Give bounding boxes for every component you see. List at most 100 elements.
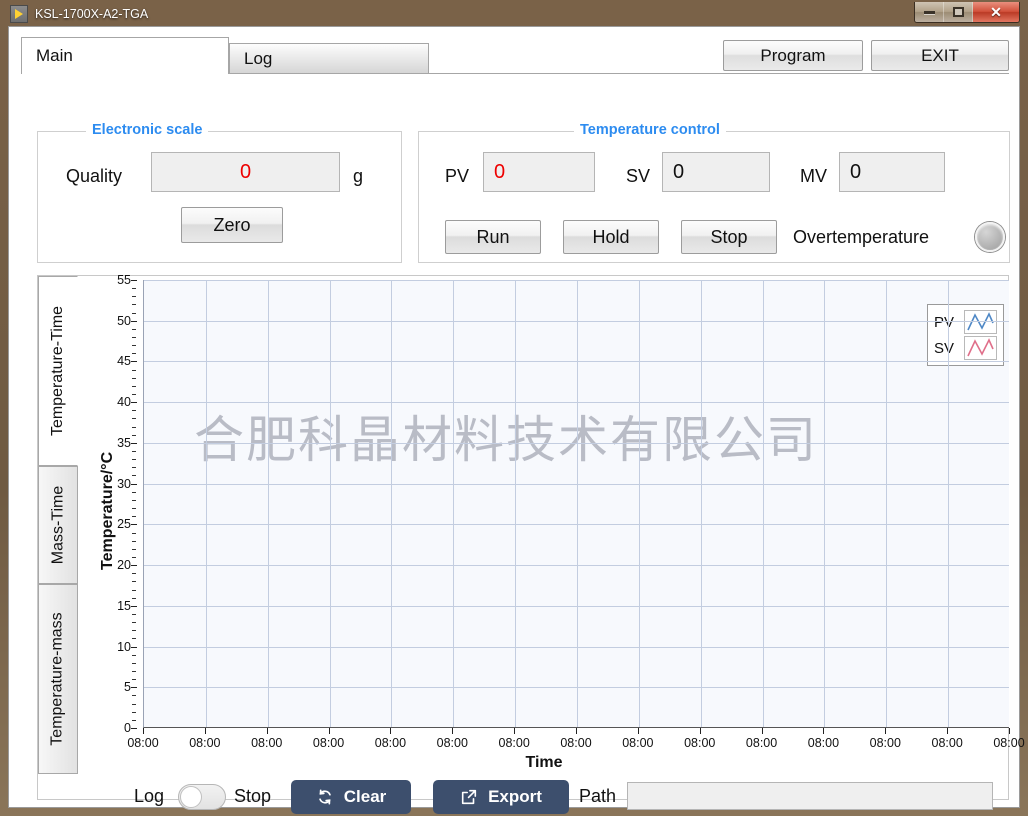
chart-y-minor-tick: [132, 296, 136, 297]
clear-button[interactable]: Clear: [291, 780, 411, 814]
chart-y-minor-tick: [132, 410, 136, 411]
chart-y-minor-tick: [132, 663, 136, 664]
program-button[interactable]: Program: [723, 40, 863, 71]
mv-value-field[interactable]: 0: [839, 152, 945, 192]
chart-watermark: 合肥科晶材料技术有限公司: [194, 400, 818, 472]
play-triangle-icon: [10, 5, 28, 23]
chart-gridline-v: [639, 280, 640, 727]
quality-value-field[interactable]: 0: [151, 152, 340, 192]
chart-x-tick-mark: [638, 728, 639, 734]
overtemperature-led-indicator: [975, 222, 1005, 252]
zero-button[interactable]: Zero: [181, 207, 283, 243]
window-frame: KSL-1700X-A2-TGA ✕ Main Log Program EXIT: [0, 0, 1028, 816]
sidetab-mass-time[interactable]: Mass-Time: [38, 466, 78, 584]
legend-swatch-sv: [964, 336, 997, 360]
chart-y-minor-tick: [132, 386, 136, 387]
chart-y-minor-tick: [132, 549, 136, 550]
chart-x-tick-mark: [947, 728, 948, 734]
chart-x-tick-mark: [329, 728, 330, 734]
log-toggle-switch[interactable]: [178, 784, 226, 810]
chart-plot-area[interactable]: 合肥科晶材料技术有限公司 PV SV: [143, 280, 1009, 728]
chart-y-tick-mark: [131, 443, 137, 444]
tab-log[interactable]: Log: [229, 43, 429, 74]
window-controls: ✕: [914, 2, 1020, 23]
pv-label: PV: [445, 166, 469, 187]
chart-x-tick-label: 08:00: [746, 736, 777, 750]
chart-x-tick-mark: [700, 728, 701, 734]
stop-button[interactable]: Stop: [681, 220, 777, 254]
run-button[interactable]: Run: [445, 220, 541, 254]
mv-value: 0: [850, 161, 861, 184]
chart-y-tick-mark: [131, 484, 137, 485]
chart-y-tick-label: 50: [117, 314, 131, 328]
close-button[interactable]: ✕: [973, 2, 1019, 22]
sidetab-temperature-time-label: Temperature-Time: [49, 306, 67, 436]
sidetab-temperature-mass[interactable]: Temperature-mass: [38, 584, 78, 774]
chart-y-minor-tick: [132, 614, 136, 615]
chart-y-minor-tick: [132, 370, 136, 371]
chart-y-minor-tick: [132, 313, 136, 314]
chart-x-tick-mark: [390, 728, 391, 734]
quality-unit-label: g: [353, 166, 363, 187]
external-link-icon: [460, 788, 478, 806]
sv-value-field[interactable]: 0: [662, 152, 770, 192]
title-bar: KSL-1700X-A2-TGA ✕: [8, 2, 1020, 26]
chart-y-minor-tick: [132, 378, 136, 379]
maximize-button[interactable]: [944, 2, 973, 22]
chart-y-tick-mark: [131, 361, 137, 362]
chart-x-tick-label: 08:00: [993, 736, 1024, 750]
chart-y-minor-tick: [132, 516, 136, 517]
sidetab-temperature-time[interactable]: Temperature-Time: [38, 276, 78, 466]
chart-y-axis-ticks: 0510152025303540455055: [103, 280, 139, 730]
chart-x-tick-label: 08:00: [932, 736, 963, 750]
chart-y-minor-tick: [132, 590, 136, 591]
pv-value-field[interactable]: 0: [483, 152, 595, 192]
chart-x-tick-mark: [452, 728, 453, 734]
tab-main[interactable]: Main: [21, 37, 229, 74]
chart-y-minor-tick: [132, 712, 136, 713]
chart-gridline-v: [701, 280, 702, 727]
chart-x-tick-mark: [576, 728, 577, 734]
chart-x-tick-mark: [143, 728, 144, 734]
hold-button[interactable]: Hold: [563, 220, 659, 254]
chart-y-tick-label: 40: [117, 395, 131, 409]
chart-y-tick-mark: [131, 647, 137, 648]
chart-y-minor-tick: [132, 394, 136, 395]
export-button-label: Export: [488, 787, 542, 807]
chart-gridline-v: [515, 280, 516, 727]
chart-y-minor-tick: [132, 622, 136, 623]
stop-button-label: Stop: [710, 227, 747, 248]
chart-y-minor-tick: [132, 467, 136, 468]
chart-x-tick-label: 08:00: [870, 736, 901, 750]
chart-y-tick-mark: [131, 687, 137, 688]
chart-x-tick-label: 08:00: [313, 736, 344, 750]
chart-x-tick-label: 08:00: [127, 736, 158, 750]
chart-gridline-v: [206, 280, 207, 727]
chart-y-minor-tick: [132, 695, 136, 696]
exit-button[interactable]: EXIT: [871, 40, 1009, 71]
quality-value: 0: [240, 161, 251, 184]
sidetab-temperature-mass-label: Temperature-mass: [49, 612, 67, 745]
chart-y-minor-tick: [132, 704, 136, 705]
chart-y-minor-tick: [132, 508, 136, 509]
chart-x-tick-label: 08:00: [622, 736, 653, 750]
legend-item-sv: SV: [934, 335, 997, 361]
path-input[interactable]: [627, 782, 993, 810]
chart-y-minor-tick: [132, 581, 136, 582]
export-button[interactable]: Export: [433, 780, 569, 814]
chart-y-minor-tick: [132, 638, 136, 639]
chart-y-tick-mark: [131, 321, 137, 322]
chart-y-minor-tick: [132, 533, 136, 534]
chart-y-tick-mark: [131, 524, 137, 525]
window-title: KSL-1700X-A2-TGA: [35, 7, 148, 21]
chart-gridline-v: [330, 280, 331, 727]
chart-y-minor-tick: [132, 573, 136, 574]
chart-y-minor-tick: [132, 492, 136, 493]
chart-y-tick-label: 20: [117, 558, 131, 572]
minimize-button[interactable]: [915, 2, 944, 22]
electronic-scale-panel: Electronic scale Quality 0 g Zero: [37, 131, 402, 263]
chart-y-tick-mark: [131, 606, 137, 607]
close-icon: ✕: [990, 5, 1002, 19]
sv-value: 0: [673, 161, 684, 184]
chart-y-minor-tick: [132, 459, 136, 460]
